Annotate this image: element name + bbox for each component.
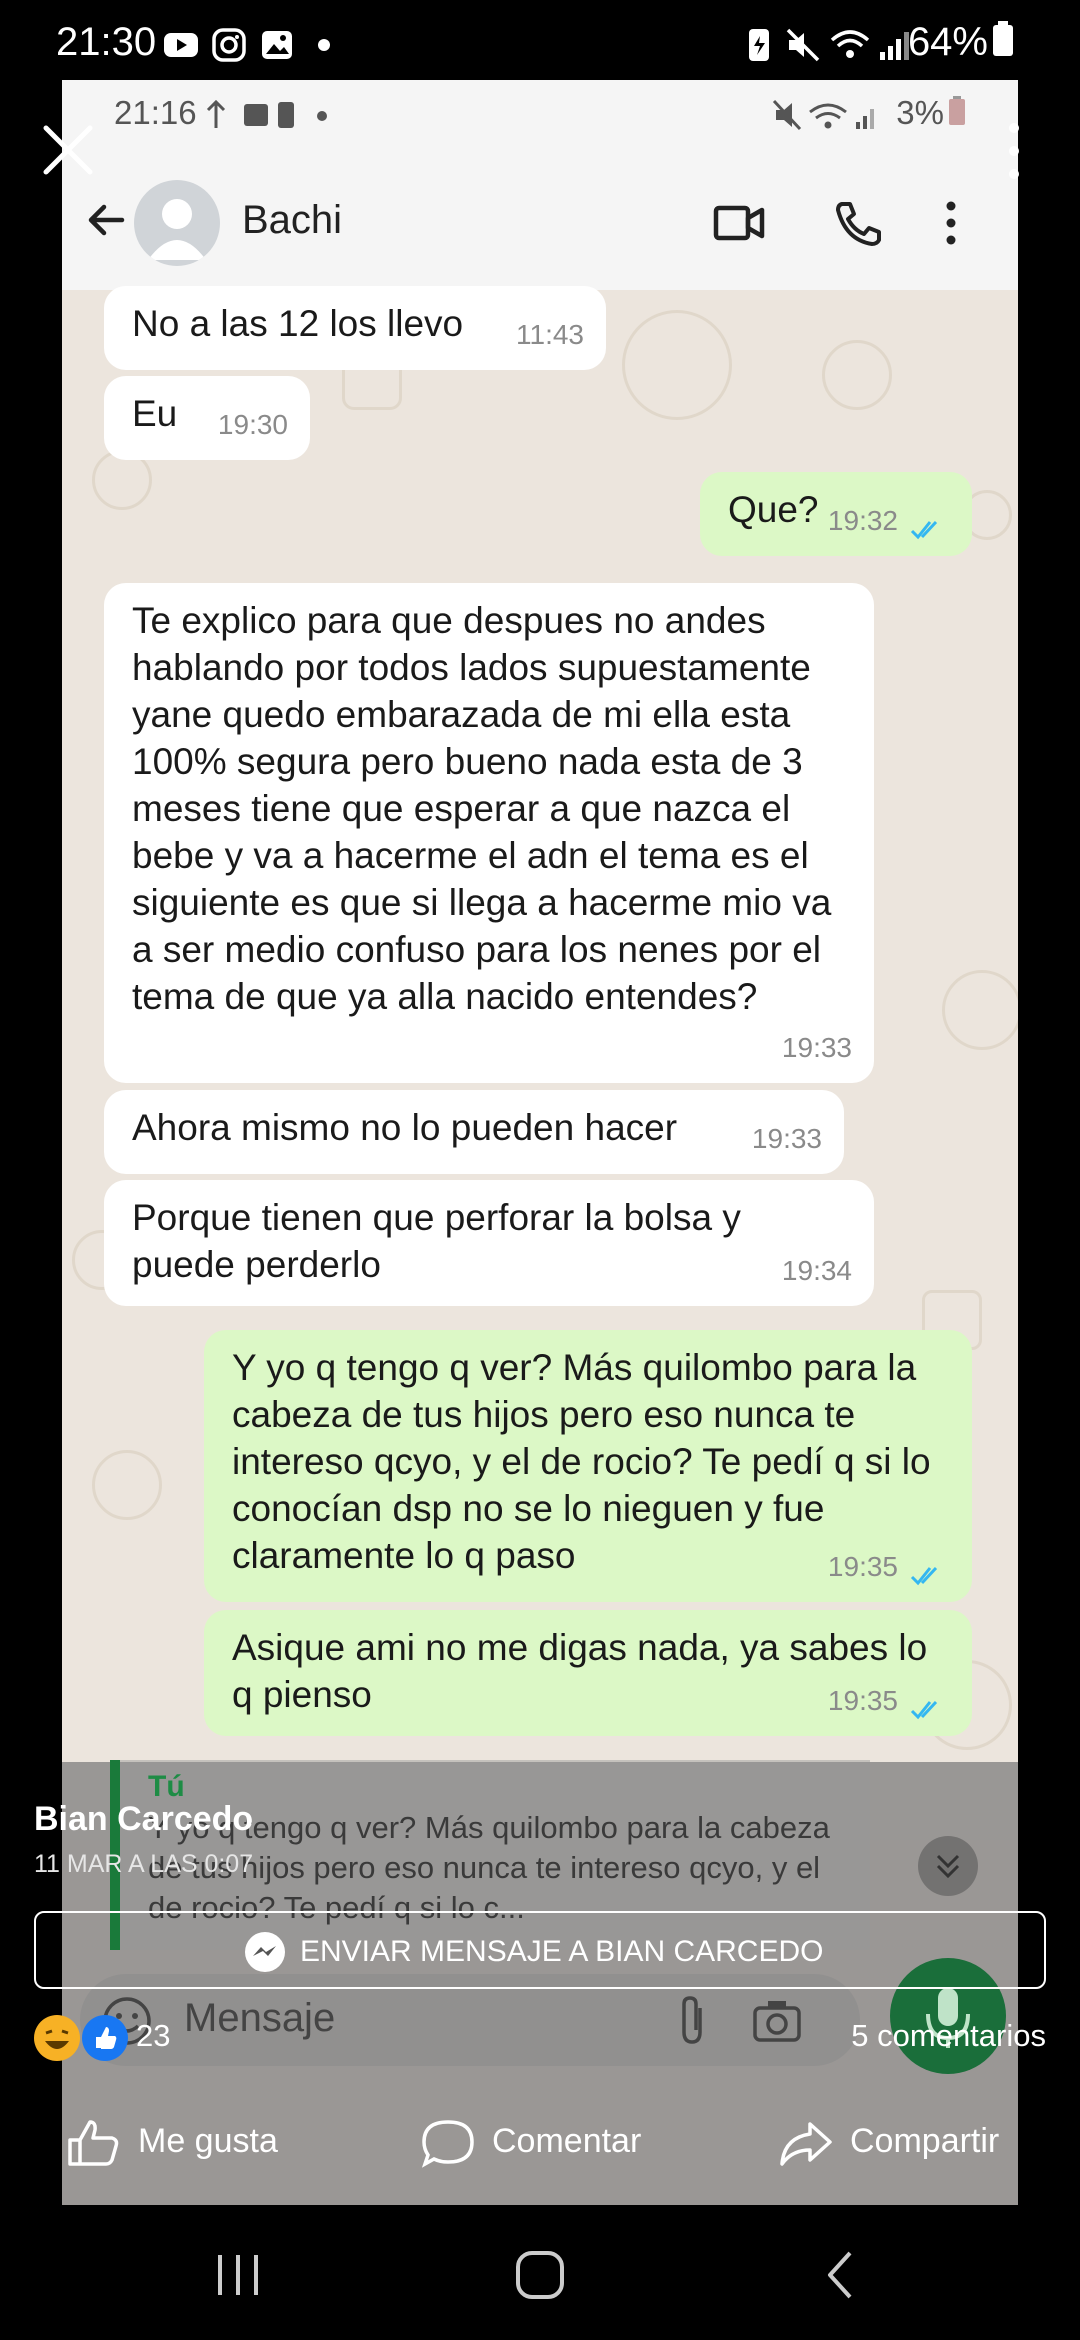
chat-header: Bachi: [62, 150, 1018, 290]
share-button[interactable]: Compartir: [778, 2110, 1080, 2180]
like-label: Me gusta: [138, 2122, 278, 2160]
camera-icon[interactable]: [750, 1994, 804, 2048]
comment-label: Comentar: [492, 2122, 642, 2160]
home-icon[interactable]: [510, 2245, 570, 2305]
more-options-icon[interactable]: [936, 198, 966, 248]
poster-name[interactable]: Bian Carcedo: [34, 1800, 253, 1839]
recents-icon[interactable]: [208, 2245, 268, 2305]
message-bubble-incoming[interactable]: Porque tienen que perforar la bolsa y pu…: [104, 1180, 874, 1306]
gallery-icon: [262, 31, 292, 59]
message-bubble-incoming[interactable]: Te explico para que despues no andes hab…: [104, 583, 874, 1083]
message-text: Eu: [132, 393, 178, 434]
scroll-down-button[interactable]: [918, 1836, 978, 1896]
message-time: 19:35: [827, 1685, 898, 1716]
instagram-icon: [212, 28, 246, 62]
screen: 21:30 64% 21:16 3% Bachi No a las 12 los…: [0, 0, 1080, 2340]
inner-status-time: 21:16: [114, 94, 197, 131]
youtube-icon: [164, 33, 198, 57]
inner-battery-icon: [949, 96, 965, 125]
message-bubble-incoming[interactable]: Eu 19:30: [104, 376, 310, 460]
message-time: 19:34: [781, 1255, 852, 1286]
message-time: 19:32: [827, 505, 898, 536]
inner-status-bar: 21:16 3%: [62, 80, 1018, 150]
contact-name[interactable]: Bachi: [242, 198, 342, 243]
post-actions: Me gusta Comentar Compartir: [0, 2110, 1080, 2180]
haha-reaction-icon: [34, 2015, 80, 2061]
attach-icon[interactable]: [672, 1994, 712, 2048]
message-text: Ahora mismo no lo pueden hacer: [132, 1107, 678, 1148]
message-text: Te explico para que despues no andes hab…: [132, 600, 832, 1017]
messenger-icon: [245, 1932, 285, 1972]
mute-icon: [786, 28, 820, 62]
message-bubble-outgoing[interactable]: Asique ami no me digas nada, ya sabes lo…: [204, 1610, 972, 1736]
inner-status-icons: [206, 100, 327, 128]
back-nav-icon[interactable]: [812, 2245, 872, 2305]
message-bubble-incoming[interactable]: Ahora mismo no lo pueden hacer 19:33: [104, 1090, 844, 1174]
inner-battery: 3%: [896, 94, 966, 132]
message-time: 19:30: [217, 409, 288, 440]
message-text: Porque tienen que perforar la bolsa y pu…: [132, 1197, 741, 1285]
wifi-icon: [830, 30, 870, 58]
message-time: 19:33: [781, 1032, 852, 1063]
avatar[interactable]: [134, 180, 220, 266]
viewer-more-icon[interactable]: [1004, 120, 1024, 182]
message-time: 19:33: [751, 1123, 822, 1154]
voice-call-icon[interactable]: [830, 198, 886, 248]
status-bar: 21:30 64%: [0, 0, 1080, 90]
double-chevron-down-icon: [936, 1854, 960, 1879]
back-arrow-icon[interactable]: [82, 195, 132, 245]
message-text: No a las 12 los llevo: [132, 303, 464, 344]
thumbs-up-icon: [68, 2120, 119, 2166]
comment-button[interactable]: Comentar: [420, 2110, 680, 2180]
comments-count[interactable]: 5 comentarios: [851, 2018, 1046, 2054]
video-call-icon[interactable]: [712, 198, 768, 248]
like-reaction-icon: [82, 2015, 128, 2061]
message-bubble-outgoing[interactable]: Que? 19:32: [700, 472, 972, 556]
read-receipt-icon: [910, 1700, 938, 1720]
share-label: Compartir: [850, 2122, 1000, 2160]
battery-level: 64%: [908, 20, 1014, 65]
close-icon[interactable]: [40, 122, 96, 178]
battery-icon: [993, 21, 1013, 56]
like-button[interactable]: Me gusta: [66, 2110, 326, 2180]
battery-saver-icon: [749, 29, 769, 61]
comment-icon: [421, 2120, 474, 2168]
send-message-button[interactable]: ENVIAR MENSAJE A BIAN CARCEDO: [34, 1911, 1046, 1989]
inner-signal-icons: [772, 99, 874, 131]
message-text: Que?: [728, 489, 819, 530]
share-icon: [780, 2122, 832, 2166]
message-placeholder: Mensaje: [184, 1996, 336, 2040]
post-date: 11 MAR A LAS 0:07: [34, 1850, 254, 1878]
send-message-label: ENVIAR MENSAJE A BIAN CARCEDO: [300, 1935, 824, 1968]
reply-author: Tú: [148, 1770, 185, 1803]
read-receipt-icon: [910, 520, 938, 540]
read-receipt-icon: [910, 1566, 938, 1586]
message-bubble-outgoing[interactable]: Y yo q tengo q ver? Más quilombo para la…: [204, 1330, 972, 1602]
message-time: 19:35: [827, 1551, 898, 1582]
status-time: 21:30: [56, 20, 157, 64]
reaction-count[interactable]: 23: [136, 2018, 170, 2054]
message-bubble-incoming[interactable]: No a las 12 los llevo 11:43: [104, 286, 606, 370]
dot-icon: [318, 39, 330, 51]
system-nav-bar: [0, 2205, 1080, 2340]
default-avatar-icon: [148, 199, 206, 260]
message-time: 11:43: [516, 319, 584, 350]
